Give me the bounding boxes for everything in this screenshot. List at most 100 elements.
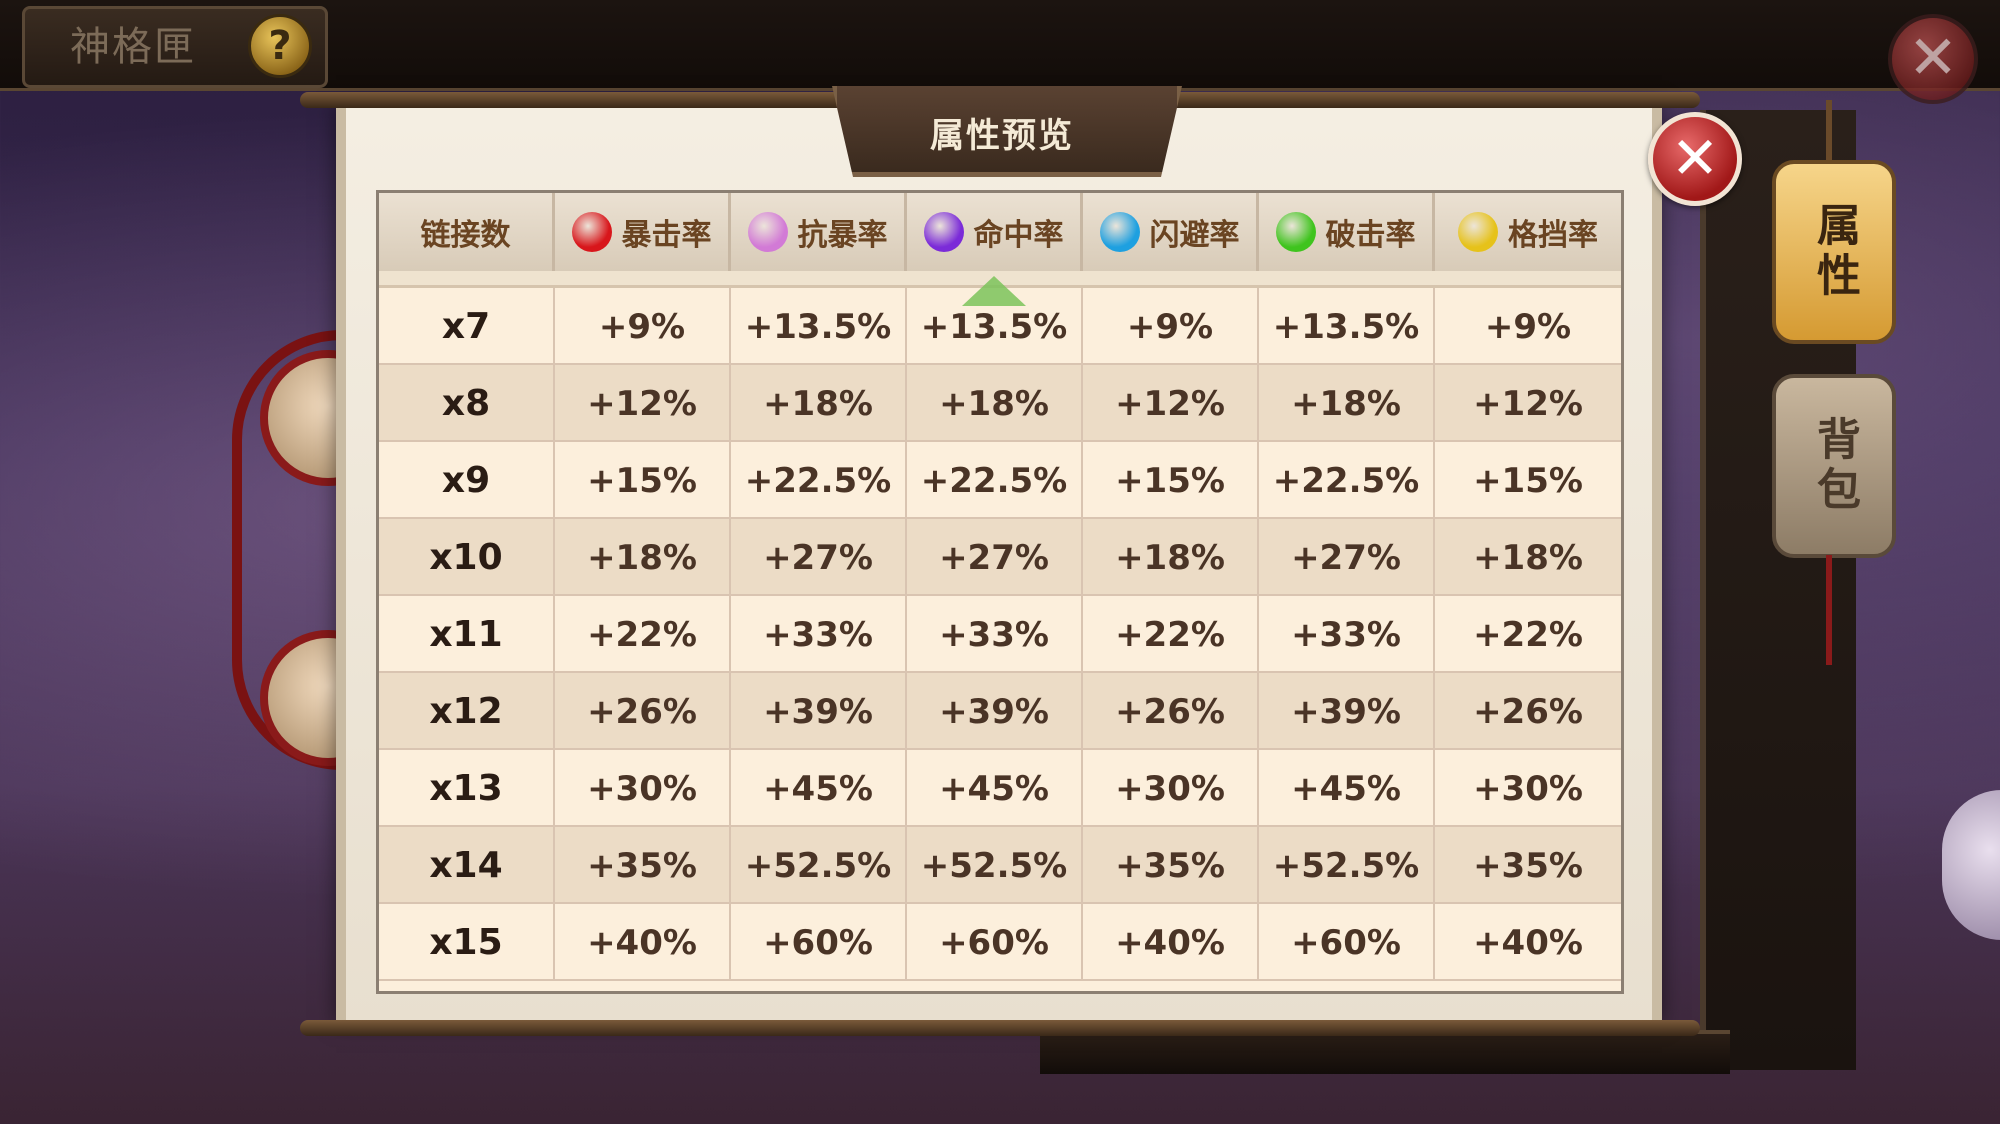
attribute-value-cell: +18% [1473,537,1583,578]
link-count-cell: x10 [379,519,555,596]
attribute-value-cell: +22% [1473,614,1583,655]
attribute-value-cell: +27% [731,519,907,596]
lantern-cord [1826,100,1832,160]
attribute-value-cell: +18% [1083,519,1259,596]
column-header: 破击率 [1259,193,1435,271]
attribute-value-cell: +18% [731,365,907,442]
attribute-value-cell: +22% [1083,596,1259,673]
attribute-value-cell: +18% [1259,365,1435,442]
column-header-label: 格挡率 [1508,218,1598,253]
tab-attributes[interactable]: 属性 [1772,160,1896,344]
dialog-close-button[interactable]: ✕ [1648,112,1742,206]
table-header: 链接数 暴击率 抗暴率 命中率 闪避率 破击率 格挡率 [379,193,1621,271]
attribute-value-cell: +52.5% [1259,827,1435,904]
link-count-cell: x9 [379,442,555,519]
attribute-value-cell: +33% [1259,596,1435,673]
table-row: x8 +12% +18% +18% +12% +18% +12% [379,365,1621,442]
attribute-value-cell: +22.5% [1259,442,1435,519]
attribute-value-cell: +22.5% [731,442,907,519]
attribute-value-cell: +26% [1473,691,1583,732]
scroll-up-arrow-icon[interactable] [962,276,1026,306]
attribute-value-cell: +15% [1083,442,1259,519]
attribute-value-cell: +27% [907,519,1083,596]
attribute-value-cell: +12% [1473,383,1583,424]
link-count-cell: x15 [379,904,555,981]
attribute-value-cell: +39% [1259,673,1435,750]
table-row: x14 +35% +52.5% +52.5% +35% +52.5% +35% [379,827,1621,904]
column-header-label: 命中率 [973,218,1064,253]
attribute-value-cell: +13.5% [1259,288,1435,365]
link-count-cell: x8 [379,365,555,442]
table-row: x9 +15% +22.5% +22.5% +15% +22.5% +15% [379,442,1621,519]
attribute-value-cell: +27% [1259,519,1435,596]
column-header-label: 闪避率 [1149,218,1240,253]
crit-rate-gem-icon [571,212,612,252]
attribute-value-cell: +40% [555,904,731,981]
attribute-value-cell: +9% [555,288,731,365]
attribute-value-cell: +39% [731,673,907,750]
attribute-value-cell: +35% [1083,827,1259,904]
attribute-value-cell: +26% [555,673,731,750]
column-header: 闪避率 [1083,193,1259,271]
table-row: x10 +18% +27% +27% +18% +27% +18% [379,519,1621,596]
attribute-value-cell: +30% [1083,750,1259,827]
link-count-cell: x13 [379,750,555,827]
attribute-value-cell: +52.5% [731,827,907,904]
attribute-value-cell: +30% [555,750,731,827]
attribute-value-cell: +52.5% [907,827,1083,904]
bottom-bar [1040,1030,1730,1074]
column-header-label: 链接数 [420,218,511,253]
attribute-value-cell: +40% [1473,922,1583,963]
column-header: 暴击率 [555,193,731,271]
attribute-value-cell: +60% [731,904,907,981]
table-row: x15 +40% +60% +60% +40% +60% +40% [379,904,1621,981]
column-header: 格挡率 [1435,193,1621,271]
block-rate-gem-icon [1458,212,1498,252]
link-count-cell: x11 [379,596,555,673]
help-icon[interactable]: ? [248,14,312,78]
attribute-value-cell: +13.5% [731,288,907,365]
attribute-value-cell: +22.5% [907,442,1083,519]
top-close-button[interactable]: ✕ [1888,14,1978,104]
dialog-title: 属性预览 [930,116,1074,156]
link-count-cell: x7 [379,288,555,365]
attribute-value-cell: +40% [1083,904,1259,981]
column-header: 抗暴率 [731,193,907,271]
table-row: x11 +22% +33% +33% +22% +33% +22% [379,596,1621,673]
scroll-rod-bottom [300,1020,1700,1036]
attribute-value-cell: +60% [1259,904,1435,981]
tab-bag[interactable]: 背包 [1772,374,1896,558]
link-count-cell: x14 [379,827,555,904]
attribute-value-cell: +18% [555,519,731,596]
attribute-value-cell: +9% [1484,306,1572,347]
break-rate-gem-icon [1275,212,1316,252]
attribute-value-cell: +35% [555,827,731,904]
attribute-value-cell: +9% [1083,288,1259,365]
attribute-value-cell: +26% [1083,673,1259,750]
attribute-value-cell: +35% [1473,845,1583,886]
dodge-rate-gem-icon [1099,212,1140,252]
column-header-label: 抗暴率 [797,218,888,253]
attribute-value-cell: +18% [907,365,1083,442]
attribute-value-cell: +45% [1259,750,1435,827]
attribute-value-cell: +45% [731,750,907,827]
column-header: 命中率 [907,193,1083,271]
column-header-label: 暴击率 [621,218,712,253]
attribute-value-cell: +22% [555,596,731,673]
attribute-table: 链接数 暴击率 抗暴率 命中率 闪避率 破击率 格挡率 x7 +9% +13.5% +… [376,190,1624,994]
column-header-label: 破击率 [1325,218,1416,253]
attribute-value-cell: +30% [1473,768,1583,809]
table-row: x13 +30% +45% +45% +30% +45% +30% [379,750,1621,827]
page-title: 神格匣 [70,24,196,70]
column-header: 链接数 [379,193,555,271]
attribute-value-cell: +12% [1083,365,1259,442]
side-orb-button[interactable] [1942,790,2000,940]
table-row: x12 +26% +39% +39% +26% +39% +26% [379,673,1621,750]
attribute-value-cell: +15% [1473,460,1583,501]
lantern-tassel [1826,555,1832,665]
hit-rate-gem-icon [923,212,964,252]
crit-resist-gem-icon [747,212,788,252]
attribute-value-cell: +12% [555,365,731,442]
attribute-value-cell: +33% [731,596,907,673]
attribute-value-cell: +15% [555,442,731,519]
